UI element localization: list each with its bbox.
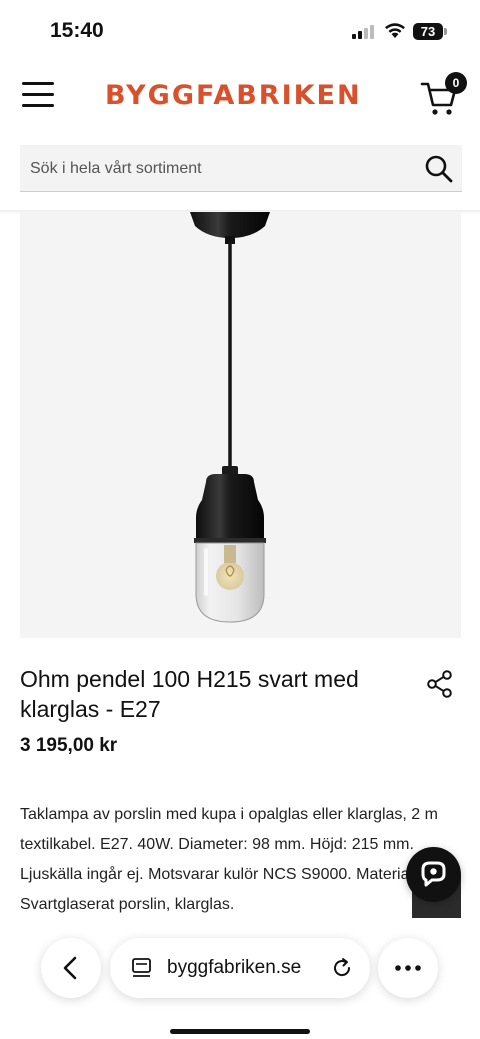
product-description: Taklampa av porslin med kupa i opalglas … [20,806,438,913]
product-image[interactable] [20,212,461,638]
status-bar: 15:40 73 [0,0,480,60]
more-icon [395,965,421,971]
share-icon [427,670,452,698]
browser-toolbar: byggfabriken.se [0,930,480,1039]
search-input[interactable] [30,145,410,192]
chat-button[interactable] [406,847,461,902]
product-title: Ohm pendel 100 H215 svart med klarglas -… [20,666,359,722]
cart-count-badge: 0 [445,72,467,94]
battery-icon: 73 [413,23,447,40]
address-bar[interactable]: byggfabriken.se [110,938,370,998]
product-price: 3 195,00 kr [20,735,118,756]
site-header: BYGGFABRIKEN 0 [0,62,480,132]
signal-icon [352,25,374,39]
reload-icon[interactable] [330,956,354,980]
status-time: 15:40 [50,19,104,42]
chevron-left-icon [63,956,77,980]
cart-button[interactable]: 0 [420,72,468,116]
search-icon [425,155,453,183]
url-text: byggfabriken.se [167,957,302,978]
search-bar [20,145,462,192]
share-button[interactable] [426,670,454,698]
pendant-lamp-image [190,212,270,623]
menu-button[interactable] [22,82,54,108]
reader-icon[interactable] [130,956,154,980]
back-button[interactable] [41,938,101,998]
more-button[interactable] [378,938,438,998]
site-logo[interactable]: BYGGFABRIKEN [105,80,362,111]
chat-icon [421,861,446,887]
home-indicator [170,1029,310,1034]
search-button[interactable] [424,154,454,184]
wifi-icon [384,21,406,39]
battery-level: 73 [413,23,443,40]
